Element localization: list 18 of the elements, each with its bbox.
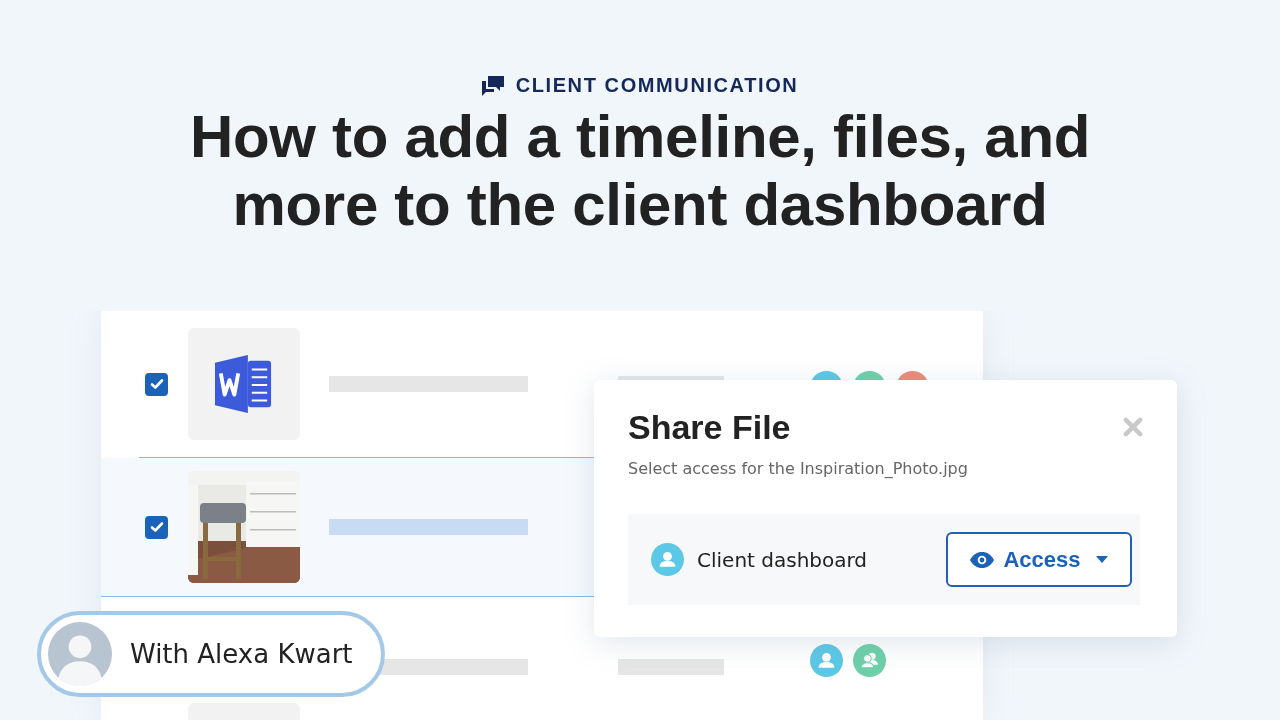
checkmark-icon: [148, 519, 165, 535]
recipient-name: Client dashboard: [697, 547, 868, 572]
checkbox[interactable]: [145, 515, 168, 539]
dialog-subtitle: Select access for the Inspiration_Photo.jpg: [628, 459, 969, 478]
eye-icon: [970, 551, 995, 568]
dialog-title: Share File: [628, 408, 791, 447]
close-icon: [1123, 416, 1143, 437]
document-icon: [215, 355, 273, 413]
checkbox[interactable]: [145, 372, 168, 396]
checkmark-icon: [148, 376, 165, 392]
caret-icon: [1095, 556, 1108, 563]
person-avatar-icon: [48, 622, 112, 686]
user-avatar-icon: [651, 543, 684, 576]
category-label: CLIENT COMMUNICATION: [515, 74, 799, 97]
access-dropdown[interactable]: Access: [946, 532, 1132, 587]
chat-bubbles-icon: [481, 75, 504, 96]
page-title: How to add a timeline, files, and more to the client dashboard: [188, 103, 1092, 239]
presenter-name: With Alexa Kwart: [130, 639, 353, 669]
